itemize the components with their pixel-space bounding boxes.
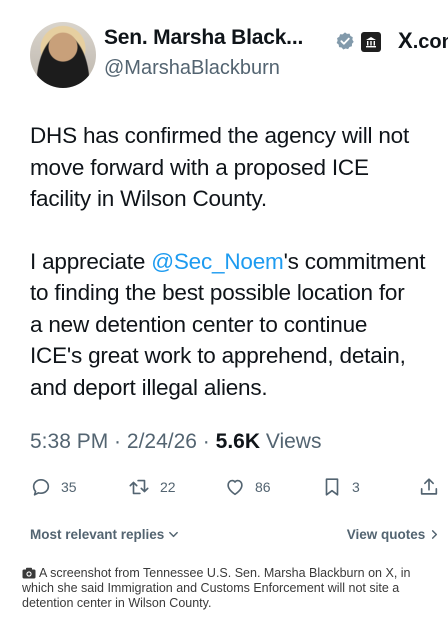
tweet-card: Sen. Marsha Black... X.com @MarshaBlackb… [0, 0, 448, 562]
photo-caption: A screenshot from Tennessee U.S. Sen. Ma… [22, 566, 442, 611]
tweet-line: and deport illegal aliens. [30, 374, 268, 400]
tweet-line: facility in Wilson County. [30, 186, 267, 211]
reply-icon [32, 479, 50, 496]
caption-text: A screenshot from Tennessee U.S. Sen. Ma… [22, 566, 411, 610]
tweet-line: move forward with a proposed ICE [30, 154, 369, 180]
like-button[interactable]: 86 [224, 474, 271, 500]
display-name[interactable]: Sen. Marsha Black... [104, 26, 303, 50]
repost-count: 22 [160, 479, 176, 495]
view-quotes-link[interactable]: View quotes [347, 527, 440, 542]
separator: · [196, 430, 216, 453]
like-count: 86 [255, 479, 271, 495]
view-quotes-label: View quotes [346, 527, 426, 542]
chevron-right-icon [431, 530, 438, 539]
camera-icon [22, 567, 36, 579]
x-logo-suffix: .com [412, 31, 448, 53]
bookmark-button[interactable]: 3 [321, 474, 360, 500]
tweet-date[interactable]: 2/24/26 [127, 430, 197, 453]
share-button[interactable] [418, 474, 440, 500]
mention-link[interactable]: @Sec_Noem [151, 249, 284, 274]
government-account-icon [361, 32, 381, 52]
x-logo-mark: X [398, 28, 413, 53]
replies-sort-label: Most relevant replies [30, 527, 165, 542]
tweet-header: Sen. Marsha Black... X.com @MarshaBlackb… [30, 22, 448, 90]
views-count: 5.6K [215, 430, 260, 453]
tweet-line: DHS has confirmed the agency will not [30, 123, 410, 148]
user-handle[interactable]: @MarshaBlackburn [104, 57, 280, 80]
reply-count: 35 [61, 479, 77, 495]
bookmark-count: 3 [352, 479, 360, 495]
tweet-text: DHS has confirmed the agency will not mo… [30, 120, 444, 434]
tweet-actions: 35 22 86 3 [30, 474, 448, 500]
tweet-time[interactable]: 5:38 PM [30, 430, 108, 453]
heart-icon [227, 479, 243, 496]
repost-icon [129, 479, 149, 495]
repost-button[interactable]: 22 [127, 474, 176, 500]
x-logo: X.com [398, 28, 448, 54]
tweet-line: to finding the best possible location fo… [30, 280, 405, 305]
tweet-paragraph-1: DHS has confirmed the agency will not mo… [30, 120, 444, 215]
reply-button[interactable]: 35 [30, 474, 77, 500]
tweet-line: 's commitment [283, 248, 426, 274]
tweet-paragraph-2: I appreciate @Sec_Noem's commitment to f… [30, 246, 444, 404]
views-label: Views [260, 430, 322, 453]
share-icon [420, 478, 438, 495]
verified-badge-icon [336, 32, 354, 50]
bookmark-icon [325, 478, 339, 496]
tweet-line: a new detention center to continue [30, 311, 368, 337]
separator: · [108, 430, 127, 453]
replies-sort-dropdown[interactable]: Most relevant replies [30, 527, 179, 542]
tweet-line: ICE's great work to apprehend, detain, [30, 343, 406, 368]
avatar[interactable] [30, 22, 96, 88]
tweet-metadata: 5:38 PM · 2/24/26 · 5.6K Views [30, 430, 321, 454]
replies-bar: Most relevant replies View quotes [30, 527, 440, 547]
chevron-down-icon [169, 531, 178, 538]
tweet-line: I appreciate [30, 248, 152, 274]
